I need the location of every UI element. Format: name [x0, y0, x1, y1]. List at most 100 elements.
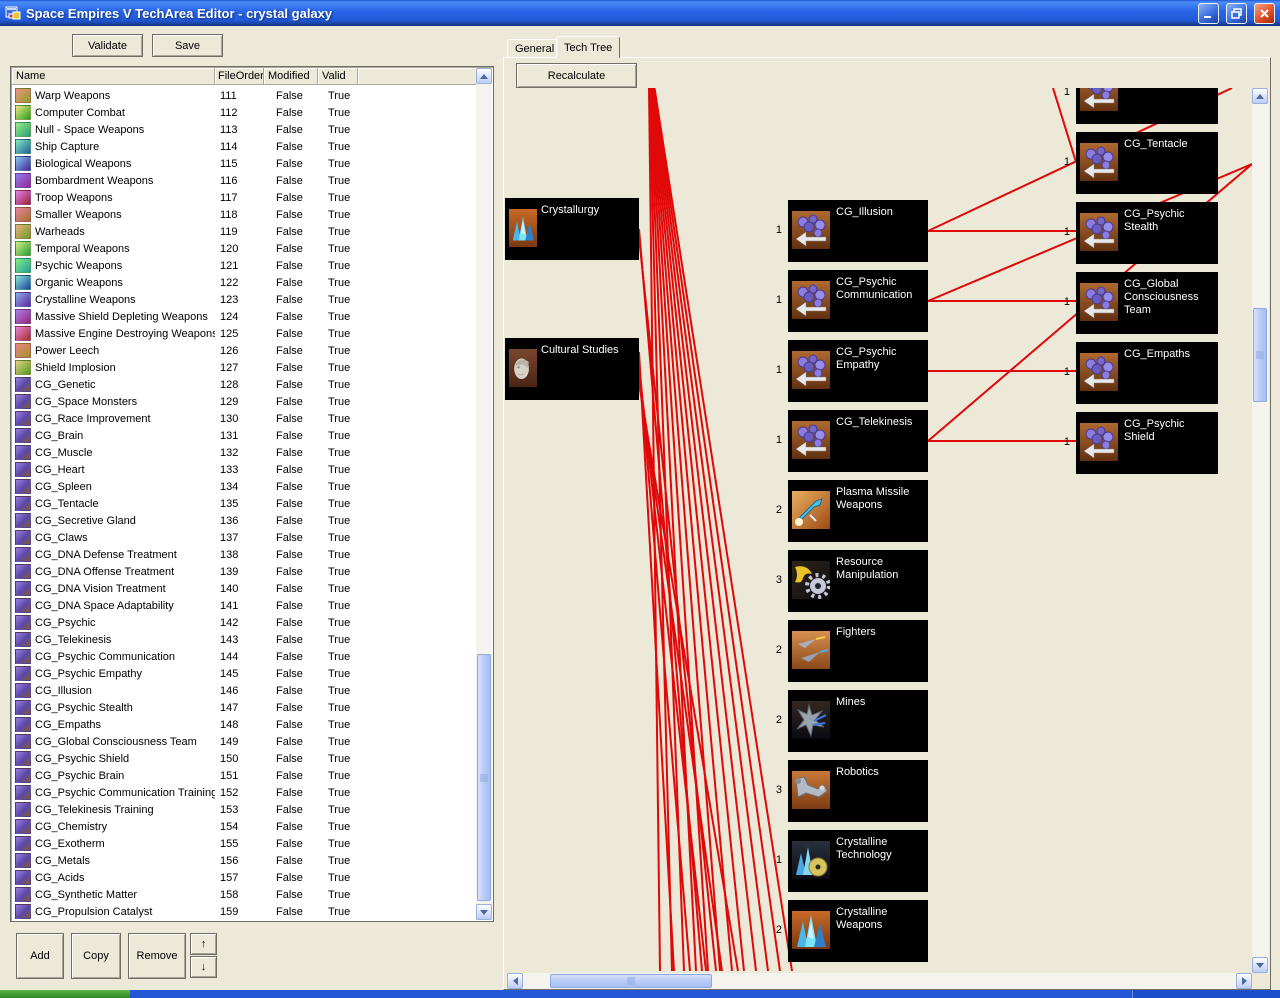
table-row[interactable]: CG_Psychic Communication144FalseTrue — [12, 648, 476, 665]
tech-node[interactable]: CG_Illusion — [788, 200, 928, 262]
table-row[interactable]: Organic Weapons122FalseTrue — [12, 274, 476, 291]
list-vscrollbar[interactable] — [476, 68, 492, 920]
start-button[interactable] — [0, 990, 130, 998]
validate-button[interactable]: Validate — [72, 34, 143, 57]
table-row[interactable]: Psychic Weapons121FalseTrue — [12, 257, 476, 274]
move-down-button[interactable]: ↓ — [190, 956, 217, 978]
cell: CG_Genetic — [35, 379, 215, 391]
table-row[interactable]: CG_Spleen134FalseTrue — [12, 478, 476, 495]
table-row[interactable]: Bombardment Weapons116FalseTrue — [12, 172, 476, 189]
table-row[interactable]: CG_Metals156FalseTrue — [12, 852, 476, 869]
tech-node[interactable]: CG_Tentacle — [1076, 132, 1218, 194]
scroll-up-icon[interactable] — [476, 68, 492, 84]
tech-node[interactable]: CG_Global Consciousness Team — [1076, 272, 1218, 334]
table-row[interactable]: CG_Exotherm155FalseTrue — [12, 835, 476, 852]
table-row[interactable]: CG_Psychic Communication Training152Fals… — [12, 784, 476, 801]
tech-node[interactable]: Robotics — [788, 760, 928, 822]
tech-node[interactable]: Mines — [788, 690, 928, 752]
tech-node[interactable]: Crystalline Weapons — [788, 900, 928, 962]
table-row[interactable]: Shield Implosion127FalseTrue — [12, 359, 476, 376]
table-row[interactable]: CG_Heart133FalseTrue — [12, 461, 476, 478]
restore-button[interactable] — [1226, 3, 1247, 24]
table-row[interactable]: CG_Psychic Empathy145FalseTrue — [12, 665, 476, 682]
table-row[interactable]: CG_DNA Defense Treatment138FalseTrue — [12, 546, 476, 563]
table-row[interactable]: CG_Secretive Gland136FalseTrue — [12, 512, 476, 529]
tech-node[interactable] — [1076, 88, 1218, 124]
tech-node[interactable]: Resource Manipulation — [788, 550, 928, 612]
table-row[interactable]: CG_Claws137FalseTrue — [12, 529, 476, 546]
tab-general[interactable]: General — [507, 39, 562, 58]
scroll-right-icon[interactable] — [1236, 973, 1252, 989]
table-row[interactable]: CG_Global Consciousness Team149FalseTrue — [12, 733, 476, 750]
table-row[interactable]: Warp Weapons111FalseTrue — [12, 87, 476, 104]
table-row[interactable]: CG_Telekinesis143FalseTrue — [12, 631, 476, 648]
table-row[interactable]: CG_Illusion146FalseTrue — [12, 682, 476, 699]
table-row[interactable]: CG_Chemistry154FalseTrue — [12, 818, 476, 835]
scroll-up-icon[interactable] — [1252, 88, 1268, 104]
table-row[interactable]: CG_Telekinesis Training153FalseTrue — [12, 801, 476, 818]
close-button[interactable] — [1254, 3, 1275, 24]
tech-node[interactable]: CG_Empaths — [1076, 342, 1218, 404]
table-row[interactable]: Troop Weapons117FalseTrue — [12, 189, 476, 206]
tech-node[interactable]: Crystalline Technology — [788, 830, 928, 892]
table-row[interactable]: CG_DNA Vision Treatment140FalseTrue — [12, 580, 476, 597]
table-row[interactable]: CG_Psychic Brain151FalseTrue — [12, 767, 476, 784]
tree-hscrollbar[interactable] — [507, 973, 1252, 989]
table-row[interactable]: CG_Tentacle135FalseTrue — [12, 495, 476, 512]
table-row[interactable]: Smaller Weapons118FalseTrue — [12, 206, 476, 223]
table-row[interactable]: Null - Space Weapons113FalseTrue — [12, 121, 476, 138]
table-row[interactable]: CG_Psychic Stealth147FalseTrue — [12, 699, 476, 716]
table-row[interactable]: CG_Psychic Shield150FalseTrue — [12, 750, 476, 767]
tree-vscroll-thumb[interactable] — [1253, 308, 1267, 402]
table-row[interactable]: CG_Brain131FalseTrue — [12, 427, 476, 444]
table-row[interactable]: Ship Capture114FalseTrue — [12, 138, 476, 155]
scroll-down-icon[interactable] — [1252, 957, 1268, 973]
tech-node[interactable]: Cultural Studies — [505, 338, 639, 400]
table-row[interactable]: CG_Propulsion Catalyst159FalseTrue — [12, 903, 476, 920]
remove-button[interactable]: Remove — [128, 933, 186, 979]
table-row[interactable]: CG_Synthetic Matter158FalseTrue — [12, 886, 476, 903]
tech-node[interactable]: CG_Telekinesis — [788, 410, 928, 472]
move-up-button[interactable]: ↑ — [190, 933, 217, 955]
table-row[interactable]: Warheads119FalseTrue — [12, 223, 476, 240]
tech-node[interactable]: Crystallurgy — [505, 198, 639, 260]
column-header-modified[interactable]: Modified — [264, 68, 318, 85]
tech-node[interactable]: CG_Psychic Stealth — [1076, 202, 1218, 264]
table-row[interactable]: Computer Combat112FalseTrue — [12, 104, 476, 121]
tree-hscroll-thumb[interactable] — [550, 974, 712, 988]
tech-node[interactable]: CG_Psychic Communication — [788, 270, 928, 332]
list-vscroll-thumb[interactable] — [477, 654, 491, 901]
scroll-left-icon[interactable] — [507, 973, 523, 989]
table-row[interactable]: CG_Psychic142FalseTrue — [12, 614, 476, 631]
table-row[interactable]: Power Leech126FalseTrue — [12, 342, 476, 359]
table-row[interactable]: CG_Empaths148FalseTrue — [12, 716, 476, 733]
table-row[interactable]: CG_DNA Space Adaptability141FalseTrue — [12, 597, 476, 614]
table-row[interactable]: CG_Muscle132FalseTrue — [12, 444, 476, 461]
table-row[interactable]: CG_Space Monsters129FalseTrue — [12, 393, 476, 410]
table-row[interactable]: Massive Engine Destroying Weapons125Fals… — [12, 325, 476, 342]
table-row[interactable]: Temporal Weapons120FalseTrue — [12, 240, 476, 257]
column-header-fileorder[interactable]: FileOrder — [215, 68, 264, 85]
recalculate-button[interactable]: Recalculate — [516, 63, 637, 88]
table-row[interactable]: CG_Acids157FalseTrue — [12, 869, 476, 886]
tech-node[interactable]: CG_Psychic Empathy — [788, 340, 928, 402]
table-row[interactable]: CG_DNA Offense Treatment139FalseTrue — [12, 563, 476, 580]
table-row[interactable]: CG_Genetic128FalseTrue — [12, 376, 476, 393]
scroll-down-icon[interactable] — [476, 904, 492, 920]
tree-vscrollbar[interactable] — [1252, 88, 1269, 973]
tree-canvas[interactable]: CrystallurgyCultural StudiesCG_Illusion1… — [505, 88, 1252, 971]
minimize-button[interactable] — [1198, 3, 1219, 24]
copy-button[interactable]: Copy — [71, 933, 121, 979]
table-row[interactable]: Biological Weapons115FalseTrue — [12, 155, 476, 172]
tech-node[interactable]: CG_Psychic Shield — [1076, 412, 1218, 474]
table-row[interactable]: Crystalline Weapons123FalseTrue — [12, 291, 476, 308]
tech-node[interactable]: Fighters — [788, 620, 928, 682]
tab-tech-tree[interactable]: Tech Tree — [556, 36, 620, 58]
add-button[interactable]: Add — [16, 933, 64, 979]
save-button[interactable]: Save — [152, 34, 223, 57]
column-header-valid[interactable]: Valid — [318, 68, 358, 85]
table-row[interactable]: Massive Shield Depleting Weapons124False… — [12, 308, 476, 325]
column-header-name[interactable]: Name — [12, 68, 215, 85]
tech-node[interactable]: Plasma Missile Weapons — [788, 480, 928, 542]
table-row[interactable]: CG_Race Improvement130FalseTrue — [12, 410, 476, 427]
